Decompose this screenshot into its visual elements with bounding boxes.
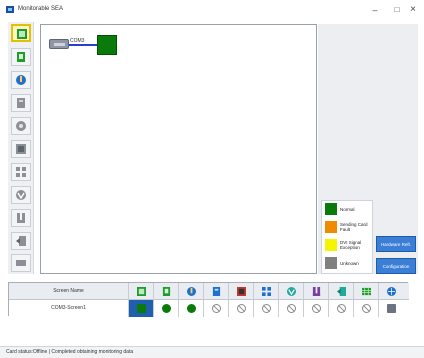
legend-item-sending-card-fault: Sending Card Fault [325,221,373,235]
power-button[interactable] [11,209,31,227]
com-port-icon[interactable] [49,39,69,49]
grid-header-row: Screen Name [9,283,409,300]
header-cell[interactable] [354,283,379,300]
chip-icon [262,287,271,296]
temperature-button[interactable] [11,71,31,89]
no-signal-icon [262,304,271,313]
legend-item-dvi-signal-exception: DVI Signal Exception [325,239,373,253]
legend-item-normal: Normal [325,203,373,217]
legend-item-unknown: Unknown [325,257,373,271]
status-bar: Card status:Offline | Completed obtainin… [0,346,424,358]
topology-canvas[interactable]: COM3 [40,24,317,274]
header-cell[interactable] [204,283,229,300]
status-cell[interactable] [204,300,229,317]
power-icon [337,287,346,296]
network-icon [387,287,396,296]
disk-icon [16,121,26,131]
no-signal-icon [337,304,346,313]
monitor-view-button[interactable] [11,24,31,42]
status-cell[interactable] [229,300,254,317]
no-signal-icon [287,304,296,313]
app-icon [6,6,14,13]
no-signal-icon [237,304,246,313]
header-cell[interactable] [304,283,329,300]
status-cell[interactable] [154,300,179,317]
device-node[interactable] [97,35,117,55]
left-toolbar [8,22,34,274]
module-icon [17,98,25,108]
screen-status-grid: Screen Name COM3-Screen1 [8,282,409,317]
screen-name-cell: COM3-Screen1 [9,300,129,317]
legend-swatch [325,239,337,251]
temperature-icon [16,75,26,85]
legend-label: Sending Card Fault [340,222,368,232]
legend-swatch [325,203,337,215]
chip-icon [16,144,26,154]
card-icon [162,287,171,296]
fan-icon [16,167,26,177]
door-icon [16,236,26,246]
header-cell[interactable] [254,283,279,300]
status-cell[interactable] [329,300,354,317]
legend-swatch [325,257,337,269]
status-cell[interactable] [179,300,204,317]
status-cell[interactable] [304,300,329,317]
card-button[interactable] [11,48,31,66]
status-cell[interactable] [379,300,409,317]
legend-label: Normal [340,207,355,212]
hardware-refresh-button[interactable]: Hardware Refr. [376,236,416,252]
screen-name-header: Screen Name [9,283,129,300]
no-signal-icon [212,304,221,313]
disk-button[interactable] [11,117,31,135]
status-cell[interactable] [354,300,379,317]
header-cell[interactable] [379,283,409,300]
module-icon [212,287,221,296]
legend-label: Unknown [340,261,359,266]
status-cell[interactable] [254,300,279,317]
power-icon [17,213,25,223]
voltage-icon [16,190,26,200]
status-cell[interactable] [129,300,154,317]
fan-icon [287,287,296,296]
screen-icon [16,260,26,266]
monitor-icon [387,304,396,313]
minimize-button[interactable]: – [364,3,386,17]
monitor-view-icon [17,29,27,39]
status-dot-icon [187,304,196,313]
header-cell[interactable] [179,283,204,300]
legend-swatch [325,221,337,233]
module-button[interactable] [11,94,31,112]
close-button[interactable]: × [402,3,424,17]
title-bar: Monitorable SEA – □ × [0,0,424,20]
status-dot-icon [162,304,171,313]
status-legend: Normal Sending Card Fault DVI Signal Exc… [321,200,373,274]
status-square-icon [137,304,146,313]
header-cell[interactable] [229,283,254,300]
right-panel: Normal Sending Card Fault DVI Signal Exc… [318,24,418,274]
table-row[interactable]: COM3-Screen1 [9,300,409,317]
no-signal-icon [312,304,321,313]
legend-label: DVI Signal Exception [340,240,362,250]
configuration-button[interactable]: Configuration [376,258,416,274]
chip-button[interactable] [11,140,31,158]
door-icon [362,287,371,296]
status-cell[interactable] [279,300,304,317]
voltage-button[interactable] [11,186,31,204]
fan-button[interactable] [11,163,31,181]
voltage-icon [312,287,321,296]
door-button[interactable] [11,232,31,250]
header-cell[interactable] [154,283,179,300]
temperature-icon [187,287,196,296]
window-title: Monitorable SEA [18,6,64,12]
header-cell[interactable] [129,283,154,300]
screen-button[interactable] [11,254,31,272]
header-cell[interactable] [279,283,304,300]
connection-line [69,44,97,46]
card-icon [17,52,25,62]
disk-icon [237,287,246,296]
header-cell[interactable] [329,283,354,300]
status-text: Card status:Offline | Completed obtainin… [6,349,134,355]
no-signal-icon [362,304,371,313]
monitor-view-icon [137,287,146,296]
